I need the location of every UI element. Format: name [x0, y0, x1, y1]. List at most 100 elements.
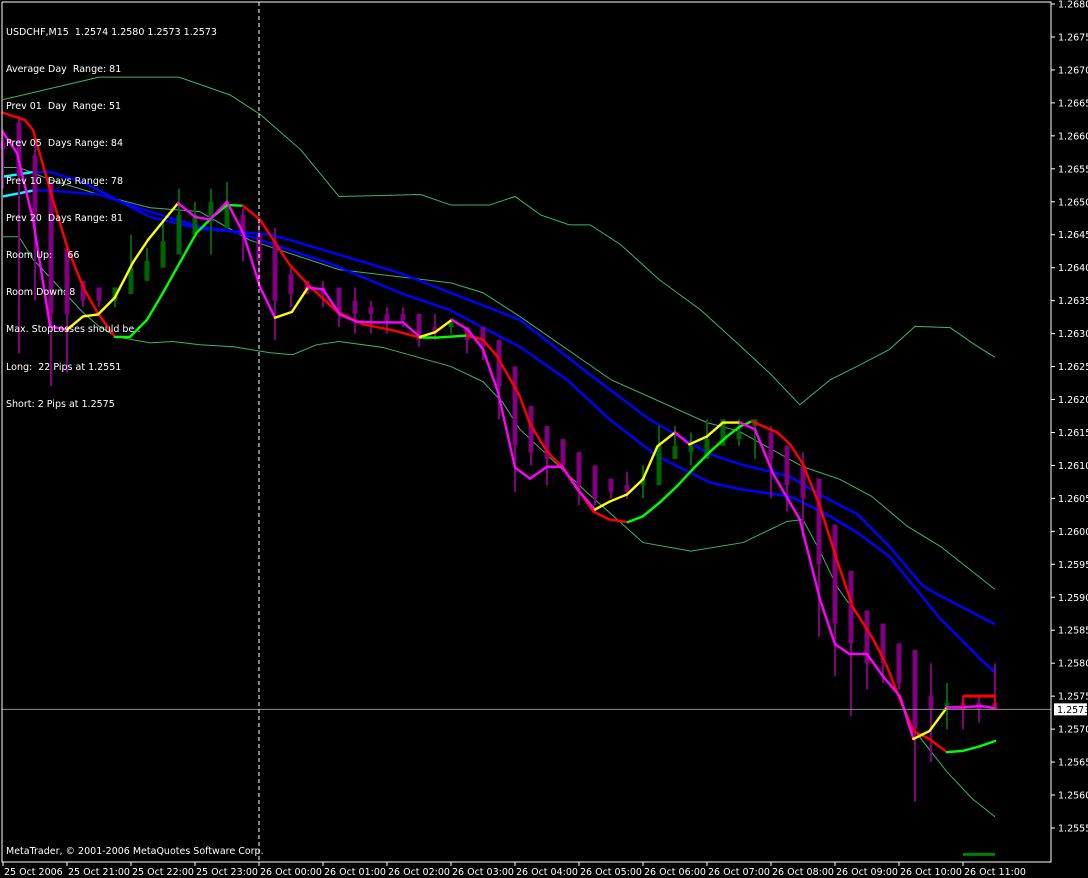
fast-line-segment [273, 310, 294, 319]
x-tick-label: 26 Oct 11:00 [964, 867, 1026, 878]
candle [944, 682, 950, 730]
candle-body [288, 274, 294, 295]
candle-body [928, 696, 934, 710]
candle-wick [322, 280, 324, 308]
candle-body [0, 142, 6, 150]
slow-line-segment [626, 514, 645, 524]
fast-line-segment [688, 435, 709, 446]
fast-line-segment [450, 318, 470, 331]
candle [656, 425, 662, 486]
fast-line-segment [673, 431, 691, 446]
info-room-up: Room Up: 66 [6, 250, 80, 262]
x-tick-label: 25 Oct 22:00 [132, 867, 194, 878]
candle [336, 287, 342, 328]
slow-line-segment [675, 468, 694, 488]
candle [928, 663, 934, 763]
y-tick-label: 1.2575 [1058, 692, 1088, 703]
y-tick-label: 1.2620 [1058, 395, 1088, 406]
fast-line-segment [290, 286, 310, 314]
info-prev-05: Prev 05 Days Range: 84 [6, 138, 124, 150]
slow-line-segment [928, 737, 949, 754]
fast-line-segment [496, 391, 517, 469]
slow-line-segment [691, 450, 712, 471]
slow-line-segment [851, 605, 875, 641]
candle-body [608, 478, 614, 492]
info-max-stoploss: Max. StopLosses should be : [6, 324, 141, 336]
candle-body [576, 452, 582, 486]
candle [864, 610, 870, 690]
info-long: Long: 22 Pips at 1.2551 [6, 361, 122, 373]
y-tick-label: 1.2565 [1058, 758, 1088, 769]
copyright-text: MetaTrader, © 2001-2006 MetaQuotes Softw… [6, 846, 264, 857]
info-prev-01: Prev 01 Day Range: 51 [6, 101, 122, 113]
y-tick-label: 1.2660 [1058, 131, 1088, 142]
slow-line-segment [961, 745, 982, 753]
x-tick-label: 26 Oct 10:00 [900, 867, 962, 878]
x-tick-label: 25 Oct 21:00 [68, 867, 130, 878]
candle [688, 432, 694, 466]
candle [416, 313, 422, 347]
candle-body [560, 439, 566, 466]
candle-body [624, 485, 630, 492]
symbol-ohlc: USDCHF,M15 1.2574 1.2580 1.2573 1.2573 [6, 26, 217, 38]
x-tick-label: 26 Oct 06:00 [644, 867, 706, 878]
candle-body [272, 241, 278, 301]
candle-body [384, 313, 390, 321]
info-prev-20: Prev 20 Days Range: 81 [6, 212, 124, 224]
y-tick-label: 1.2630 [1058, 329, 1088, 340]
y-tick-label: 1.2595 [1058, 560, 1088, 571]
y-tick-label: 1.2605 [1058, 494, 1088, 505]
candle-body [512, 366, 518, 446]
info-avg-day-range: Average Day Range: 81 [6, 64, 122, 76]
x-tick-label: 25 Oct 23:00 [196, 867, 258, 878]
y-tick-label: 1.2590 [1058, 593, 1088, 604]
x-tick-label: 26 Oct 00:00 [260, 867, 322, 878]
fast-line-segment [560, 465, 579, 491]
candle-body [768, 432, 774, 459]
candle [368, 300, 374, 334]
y-tick-label: 1.2585 [1058, 626, 1088, 637]
candle [576, 452, 582, 505]
slow-line-segment [776, 431, 792, 446]
current-price-label: 1.2573 [1057, 705, 1088, 716]
fast-line-segment [656, 431, 677, 448]
candle [896, 643, 902, 690]
slow-line-segment [641, 501, 662, 518]
slow-line-segment [435, 334, 469, 339]
y-tick-label: 1.2580 [1058, 659, 1088, 670]
x-tick-label: 26 Oct 02:00 [388, 867, 450, 878]
candle [288, 267, 294, 308]
fast-line-segment [608, 493, 629, 503]
candle-body [400, 313, 406, 321]
candle-body [368, 307, 374, 314]
info-prev-10: Prev 10 Days Range: 78 [6, 175, 124, 187]
y-tick-label: 1.2655 [1058, 164, 1088, 175]
x-tick-label: 26 Oct 04:00 [516, 867, 578, 878]
candle [848, 570, 854, 716]
fast-line-segment [898, 694, 915, 741]
fast-line-segment [833, 642, 851, 656]
x-tick-label: 25 Oct 2006 [4, 867, 63, 878]
info-short: Short: 2 Pips at 1.2575 [6, 398, 115, 410]
fast-line-segment [418, 331, 437, 339]
y-tick-label: 1.2555 [1058, 824, 1088, 835]
candle [912, 650, 918, 802]
y-tick-label: 1.2615 [1058, 428, 1088, 439]
x-tick-label: 26 Oct 05:00 [580, 867, 642, 878]
slow-line-segment [518, 395, 531, 424]
slow-line-segment [945, 749, 965, 754]
y-tick-label: 1.2600 [1058, 527, 1088, 538]
fast-line-segment [961, 704, 982, 709]
y-tick-label: 1.2670 [1058, 65, 1088, 76]
y-tick-label: 1.2635 [1058, 296, 1088, 307]
fast-line-segment [513, 466, 532, 480]
candle-body [896, 643, 902, 683]
x-tick-label: 26 Oct 08:00 [772, 867, 834, 878]
y-tick-label: 1.2665 [1058, 98, 1088, 109]
candle [608, 478, 614, 499]
candle [528, 406, 534, 466]
y-tick-label: 1.2560 [1058, 791, 1088, 802]
candle-wick [930, 663, 932, 763]
x-tick-label: 26 Oct 03:00 [452, 867, 514, 878]
info-room-down: Room Down: 8 [6, 287, 76, 299]
